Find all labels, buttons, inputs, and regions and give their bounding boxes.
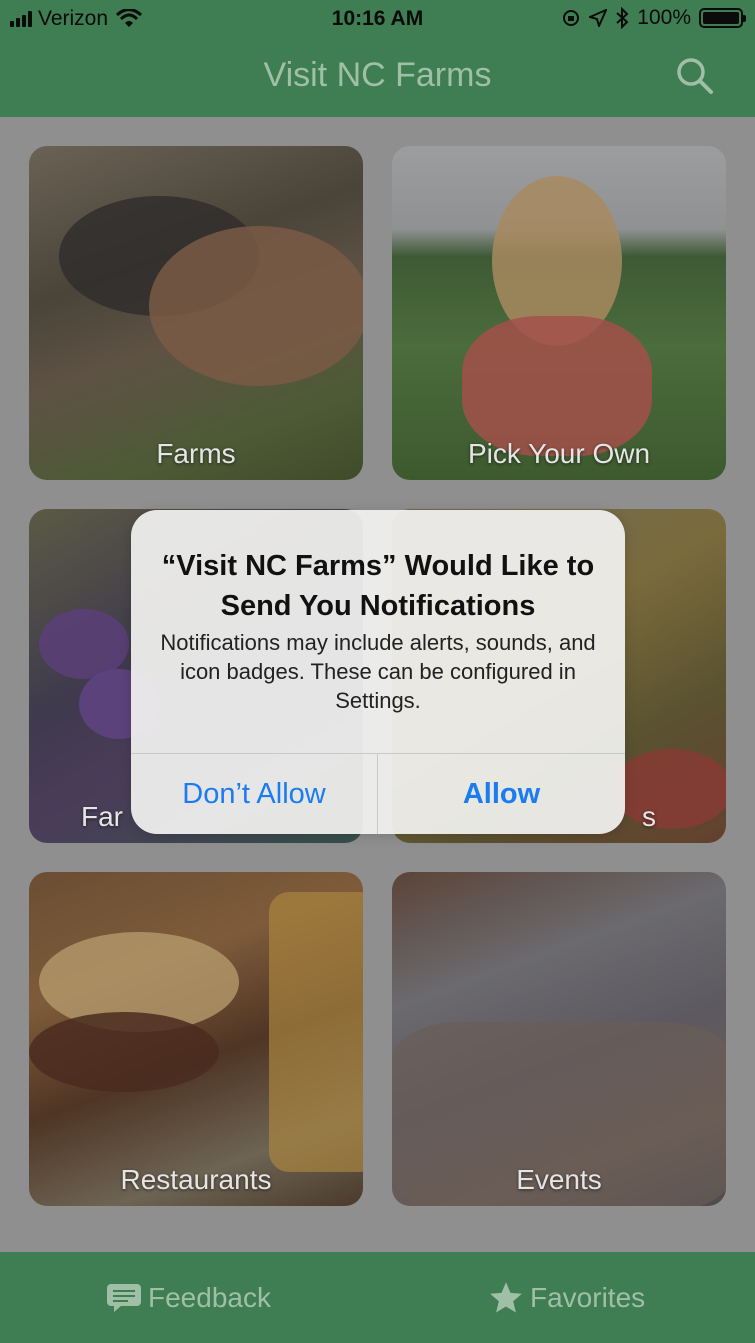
alert-message: Notifications may include alerts, sounds…: [160, 630, 596, 713]
dont-allow-button[interactable]: Don’t Allow: [131, 754, 377, 834]
notification-permission-alert: “Visit NC Farms” Would Like to Send You …: [131, 510, 625, 834]
allow-button[interactable]: Allow: [378, 754, 625, 834]
alert-title: “Visit NC Farms” Would Like to Send You …: [161, 550, 595, 622]
